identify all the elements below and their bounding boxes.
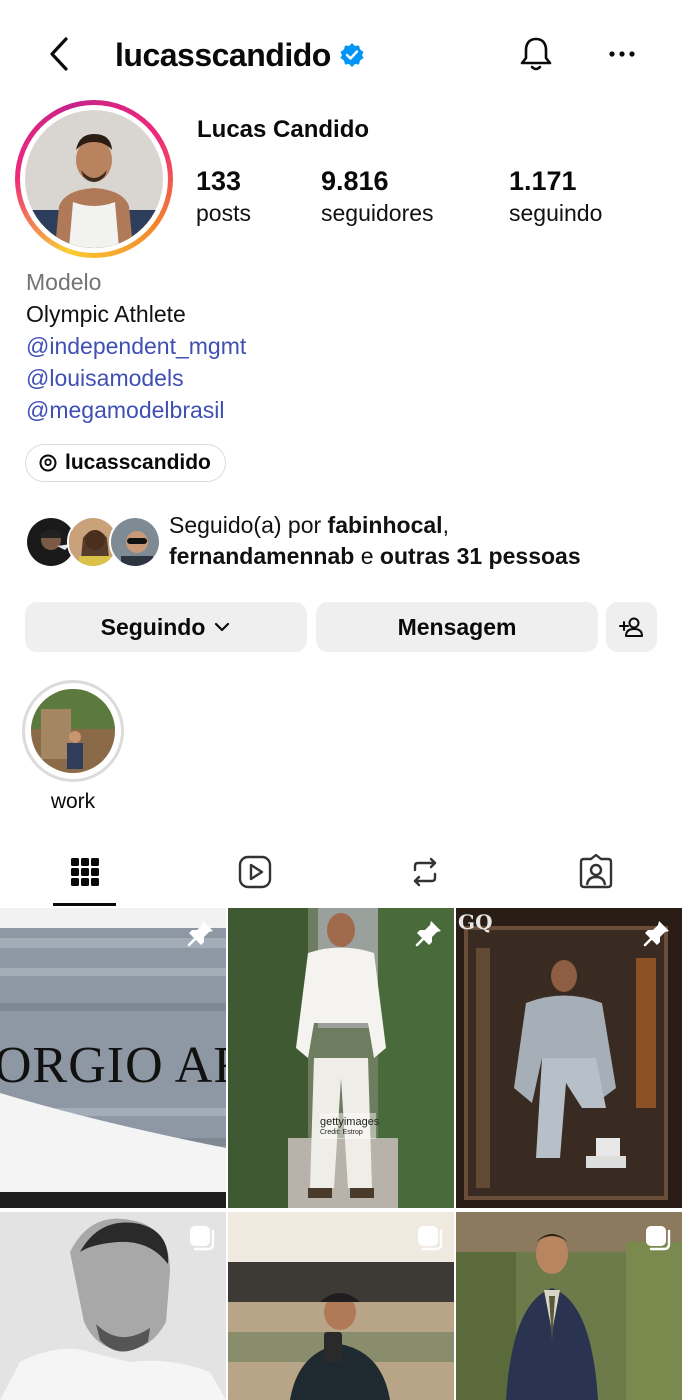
profile-tabs <box>0 838 682 906</box>
top-bar: lucasscandido <box>0 0 682 108</box>
carousel-icon <box>646 1226 671 1251</box>
following-button[interactable]: Seguindo <box>25 602 307 652</box>
pin-icon <box>643 921 669 947</box>
tab-tagged[interactable] <box>511 838 681 906</box>
post-overlay-text: ORGIO ARM <box>0 1037 226 1094</box>
suggest-users-button[interactable] <box>606 602 657 652</box>
magazine-logo: GQ <box>458 910 493 934</box>
threads-handle: lucasscandido <box>65 451 211 474</box>
pin-icon <box>415 921 441 947</box>
posts-count-value: 133 <box>196 166 242 196</box>
highlight-cover <box>31 689 115 773</box>
profile-full-name: Lucas Candido <box>197 116 370 143</box>
threads-icon <box>39 454 57 472</box>
followed-by-text: Seguido(a) por fabinhocal, fernandamenna… <box>169 510 581 572</box>
watermark-text: gettyimages <box>320 1116 380 1128</box>
notifications-button[interactable] <box>514 32 558 76</box>
following-count-value: 1.171 <box>509 166 577 196</box>
reels-icon <box>238 855 272 889</box>
post-thumbnail[interactable]: gettyimages Credit: Estrop <box>228 908 454 1208</box>
bio-text: Olympic Athlete <box>26 301 186 327</box>
mutual-follower-name: fernandamennab <box>169 543 355 569</box>
carousel-icon <box>190 1226 215 1251</box>
more-horizontal-icon <box>609 51 635 57</box>
posts-grid: ORGIO ARM gettyimages Credit: Estrop <box>0 908 682 1400</box>
bio-mention-link[interactable]: @independent_mgmt <box>26 330 246 362</box>
bell-icon <box>520 37 552 71</box>
followed-by-comma: , <box>442 512 449 538</box>
profile-category: Modelo <box>26 269 102 295</box>
username-title: lucasscandido <box>115 34 365 76</box>
posts-count-label: posts <box>196 200 251 226</box>
avatar-photo <box>25 110 163 248</box>
tab-posts[interactable] <box>0 838 170 906</box>
following-button-label: Seguindo <box>100 613 206 640</box>
mutual-followers-others: outras 31 pessoas <box>379 543 581 569</box>
post-thumbnail[interactable]: GQ <box>456 908 682 1208</box>
following-count[interactable]: 1.171 seguindo <box>509 164 602 228</box>
post-thumbnail[interactable] <box>228 1212 454 1400</box>
grid-icon <box>71 858 99 886</box>
following-count-label: seguindo <box>509 200 603 226</box>
posts-count[interactable]: 133 posts <box>196 164 251 228</box>
threads-profile-link[interactable]: lucasscandido <box>25 444 226 482</box>
mutual-followers[interactable]: Seguido(a) por fabinhocal, fernandamenna… <box>25 510 665 576</box>
verified-badge-icon <box>340 43 364 67</box>
profile-avatar[interactable] <box>15 100 173 258</box>
tab-reels[interactable] <box>170 838 340 906</box>
username: lucasscandido <box>115 36 331 73</box>
message-button[interactable]: Mensagem <box>316 602 598 652</box>
more-options-button[interactable] <box>600 32 644 76</box>
carousel-icon <box>418 1226 443 1251</box>
chevron-left-icon <box>50 37 68 71</box>
pin-icon <box>187 921 213 947</box>
avatar <box>109 516 161 568</box>
profile-bio: Modelo Olympic Athlete @independent_mgmt… <box>26 266 246 426</box>
followed-by-conj: e <box>354 543 380 569</box>
bio-mention-link[interactable]: @megamodelbrasil <box>26 394 246 426</box>
mutual-follower-name: fabinhocal <box>327 512 443 538</box>
tab-reposts[interactable] <box>340 838 510 906</box>
active-tab-indicator <box>53 903 116 906</box>
add-user-icon <box>618 617 643 637</box>
watermark-credit: Credit: Estrop <box>320 1129 363 1136</box>
message-button-label: Mensagem <box>397 613 517 640</box>
post-thumbnail[interactable] <box>0 1212 226 1400</box>
bio-mention-link[interactable]: @louisamodels <box>26 362 246 394</box>
highlight-label: work <box>50 790 96 813</box>
followed-by-prefix: Seguido(a) por <box>169 512 328 538</box>
repost-icon <box>413 857 437 887</box>
chevron-down-icon <box>215 622 230 632</box>
followers-count-label: seguidores <box>321 200 434 226</box>
back-button[interactable] <box>40 34 80 74</box>
followers-count[interactable]: 9.816 seguidores <box>321 164 434 228</box>
story-highlight[interactable]: work <box>22 680 124 814</box>
post-thumbnail[interactable]: ORGIO ARM <box>0 908 226 1208</box>
post-thumbnail[interactable] <box>456 1212 682 1400</box>
tagged-icon <box>579 854 613 889</box>
mutual-avatars <box>25 516 161 568</box>
followers-count-value: 9.816 <box>321 166 389 196</box>
